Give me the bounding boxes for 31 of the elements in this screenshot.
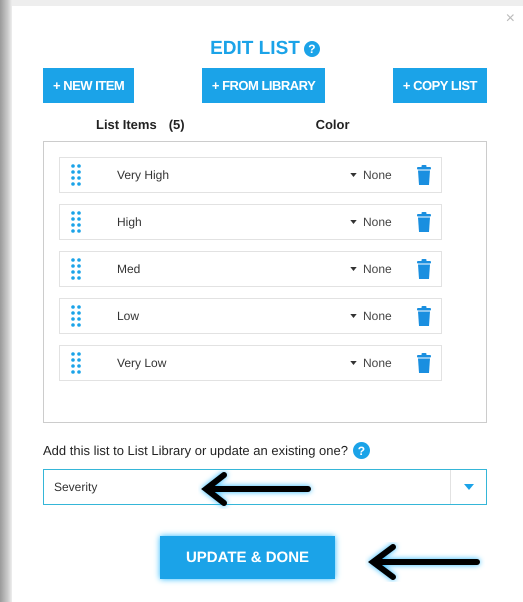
caret-icon[interactable] — [350, 173, 357, 177]
trash-icon[interactable] — [417, 353, 431, 373]
caret-icon[interactable] — [350, 314, 357, 318]
drag-handle-icon[interactable] — [71, 352, 81, 374]
color-dropdown[interactable]: None — [363, 309, 407, 323]
item-name[interactable]: Very High — [117, 168, 350, 182]
trash-icon[interactable] — [417, 165, 431, 185]
color-dropdown[interactable]: None — [363, 262, 407, 276]
caret-icon[interactable] — [350, 361, 357, 365]
trash-icon[interactable] — [417, 306, 431, 326]
column-header: List Items — [96, 117, 157, 134]
caret-icon[interactable] — [350, 220, 357, 224]
item-name[interactable]: Very Low — [117, 356, 350, 370]
item-count: (5) — [168, 117, 185, 134]
library-select[interactable]: Severity — [43, 469, 487, 505]
item-name[interactable]: Low — [117, 309, 350, 323]
caret-icon[interactable] — [350, 267, 357, 271]
library-question: Add this list to List Library or update an existing one? — [43, 443, 348, 458]
trash-icon[interactable] — [417, 212, 431, 232]
color-dropdown[interactable]: None — [363, 356, 407, 370]
item-name[interactable]: Med — [117, 262, 350, 276]
drag-handle-icon[interactable] — [71, 305, 81, 327]
drag-handle-icon[interactable] — [71, 164, 81, 186]
drag-handle-icon[interactable] — [71, 211, 81, 233]
trash-icon[interactable] — [417, 259, 431, 279]
drag-handle-icon[interactable] — [71, 258, 81, 280]
item-name[interactable]: High — [117, 215, 350, 229]
color-dropdown[interactable]: None — [363, 215, 407, 229]
column-header: Color — [316, 117, 350, 134]
dialog-title: EDIT LIST — [210, 38, 300, 60]
color-dropdown[interactable]: None — [363, 168, 407, 182]
